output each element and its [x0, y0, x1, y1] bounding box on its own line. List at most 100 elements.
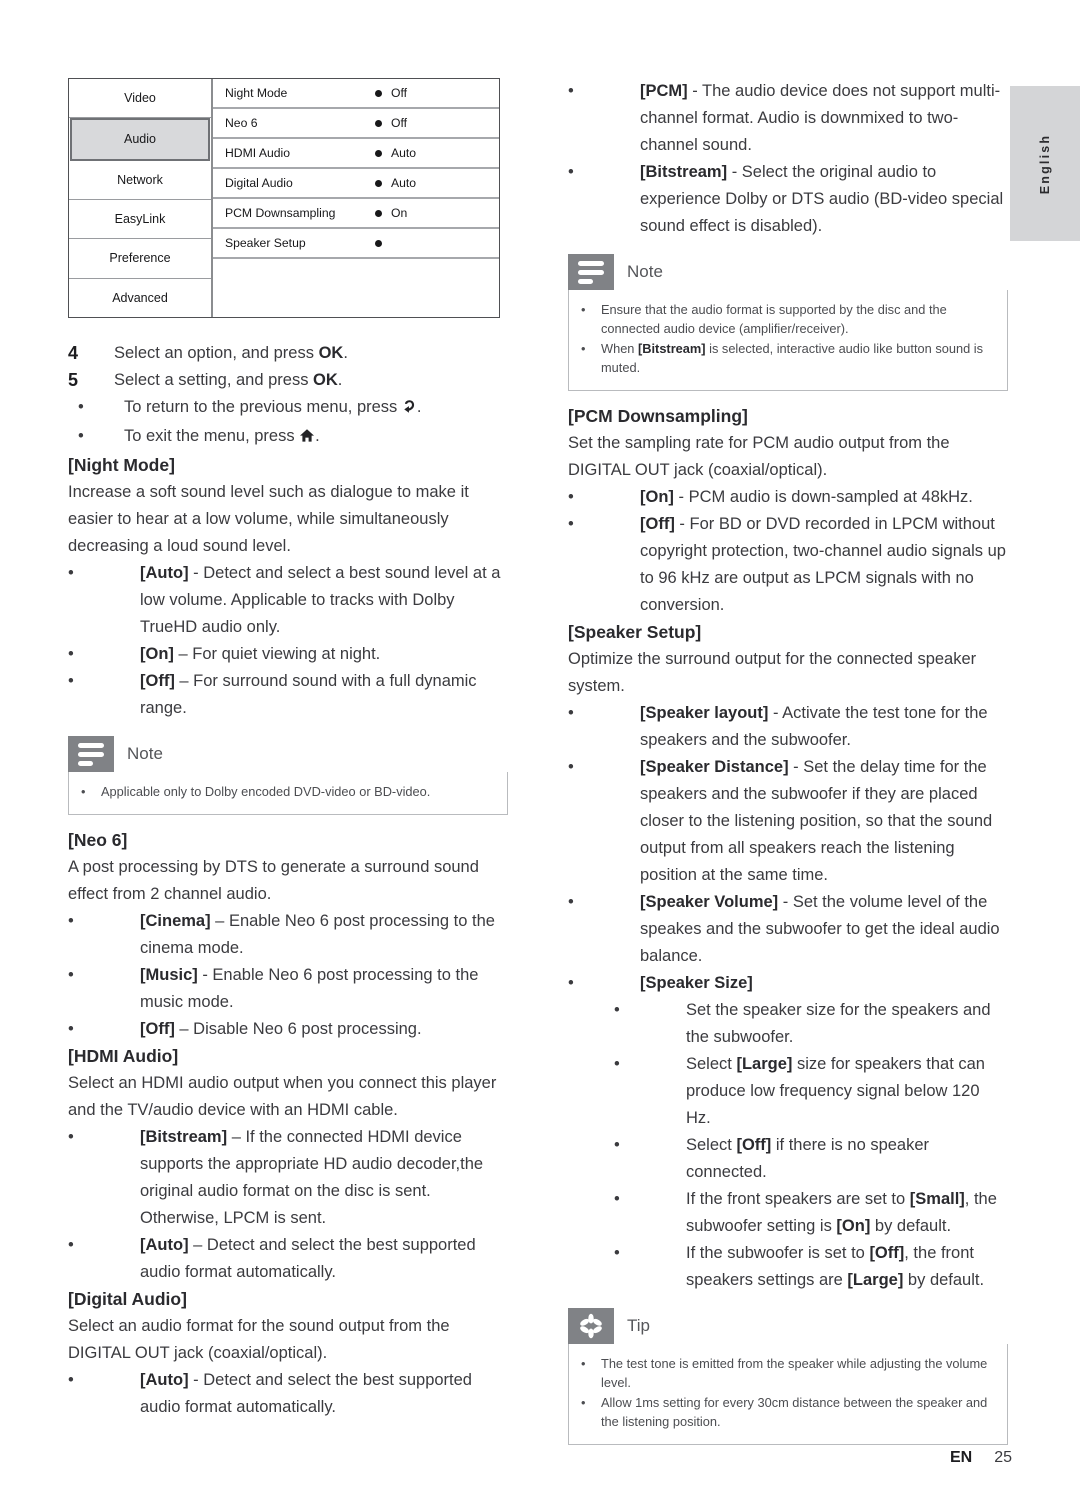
osd-category-label: Advanced [112, 290, 168, 305]
sub-text-pre: If the subwoofer is set to [686, 1244, 870, 1262]
bullet-marker: • [68, 1236, 74, 1254]
osd-category-label: Preference [109, 251, 171, 266]
note-item-text: Applicable only to Dolby encoded DVD-vid… [101, 784, 431, 799]
manual-page: English Video Audio Network EasyLink Pre… [0, 0, 1080, 1507]
option-name: [Auto] [140, 1371, 189, 1389]
osd-row-pcm-downsampling[interactable]: PCM Downsampling On [213, 199, 499, 229]
osd-category-preference[interactable]: Preference [69, 239, 211, 279]
night-mode-bullet-off: • [Off] – For surround sound with a full… [68, 668, 508, 722]
speaker-setup-bullet-volume: • [Speaker Volume] - Set the volume leve… [568, 889, 1008, 970]
bullet-marker: • [568, 82, 574, 100]
option-desc: - Detect and select a best sound level a… [140, 564, 501, 636]
tip-item: • The test tone is emitted from the spea… [581, 1354, 995, 1392]
option-name-2: [On] [836, 1217, 871, 1235]
bullet-marker: • [68, 966, 74, 984]
tip-body: • The test tone is emitted from the spea… [568, 1344, 1008, 1445]
bullet-dot-icon [375, 119, 382, 127]
note-body: • Applicable only to Dolby encoded DVD-v… [68, 772, 508, 815]
speaker-setup-bullet-layout: • [Speaker layout] - Activate the test t… [568, 700, 1008, 754]
bullet-marker: • [614, 1190, 620, 1208]
tip-icon [568, 1308, 614, 1344]
footer-page-number: 25 [994, 1449, 1012, 1466]
bullet-marker: • [68, 645, 74, 663]
language-tab-label: English [1038, 133, 1052, 194]
bullet-marker: • [614, 1001, 620, 1019]
osd-setting-label: Night Mode [225, 86, 288, 100]
note-body: • Ensure that the audio format is suppor… [568, 290, 1008, 391]
osd-category-label: Audio [124, 132, 156, 147]
step-5-bullet-return-text: To return to the previous menu, press . [124, 394, 508, 423]
osd-category-advanced[interactable]: Advanced [69, 279, 211, 317]
step-4-text-c: . [343, 344, 348, 362]
osd-menu-screenshot: Video Audio Network EasyLink Preference … [68, 78, 500, 318]
option-desc: - For BD or DVD recorded in LPCM without… [640, 515, 1006, 614]
step-5-bullet-return: • To return to the previous menu, press … [68, 394, 508, 423]
digital-audio-bullet-auto-text: [Auto] - Detect and select the best supp… [140, 1367, 508, 1421]
option-name: [Speaker Size] [640, 974, 753, 992]
bullet-marker: • [68, 1128, 74, 1146]
tip-title: Tip [627, 1316, 650, 1335]
night-mode-body: Increase a soft sound level such as dial… [68, 483, 469, 555]
option-desc: - Detect and select the best supported a… [140, 1371, 472, 1416]
option-name: [Speaker layout] [640, 704, 769, 722]
speaker-size-sub-4-text: If the front speakers are set to [Small]… [686, 1186, 1008, 1240]
option-name: [Off] [640, 515, 675, 533]
option-name: [Large] [736, 1055, 793, 1073]
bullet-marker: • [614, 1244, 620, 1262]
night-mode-bullet-off-text: [Off] – For surround sound with a full d… [140, 668, 508, 722]
osd-setting-value: On [391, 206, 408, 220]
option-desc: – For quiet viewing at night. [173, 645, 381, 663]
home-icon [299, 425, 315, 452]
note-header: Note [68, 736, 508, 772]
bullet-marker: • [68, 912, 74, 930]
bullet-marker: • [81, 784, 86, 799]
hdmi-audio-bullet-bitstream: • [Bitstream] – If the connected HDMI de… [68, 1124, 508, 1232]
bullet-marker: • [581, 1356, 586, 1371]
osd-category-easylink[interactable]: EasyLink [69, 200, 211, 240]
bullet-marker: • [614, 1055, 620, 1073]
option-name: [Auto] [140, 564, 189, 582]
hdmi-audio-heading: [HDMI Audio] [68, 1046, 179, 1066]
option-name: [Off] [736, 1136, 772, 1154]
bullet-marker: • [581, 1395, 586, 1410]
osd-row-hdmi-audio[interactable]: HDMI Audio Auto [213, 139, 499, 169]
bullet-marker: • [68, 1371, 74, 1389]
osd-row-night-mode[interactable]: Night Mode Off [213, 79, 499, 109]
digital-audio-bullet-pcm: • [PCM] - The audio device does not supp… [568, 78, 1008, 159]
neo6-heading: [Neo 6] [68, 830, 128, 850]
step-5-text-c: . [337, 371, 343, 389]
osd-row-speaker-setup[interactable]: Speaker Setup [213, 229, 499, 259]
bullet-marker: • [68, 564, 74, 582]
note-item: • Ensure that the audio format is suppor… [581, 300, 995, 338]
note-title: Note [127, 744, 163, 763]
step-5-bullet-exit: • To exit the menu, press . [68, 423, 508, 452]
step-4-text: Select an option, and press OK. [114, 340, 508, 367]
note-item-option: [Bitstream] [638, 341, 706, 356]
osd-row-neo-6[interactable]: Neo 6 Off [213, 109, 499, 139]
sub-text: Set the speaker size for the speakers an… [686, 1001, 991, 1046]
option-desc: - The audio device does not support mult… [640, 82, 1001, 154]
osd-category-network[interactable]: Network [69, 161, 211, 200]
speaker-setup-bullet-size: • [Speaker Size] [568, 970, 1008, 997]
night-mode-bullet-on-text: [On] – For quiet viewing at night. [140, 641, 508, 668]
tip-item-text: The test tone is emitted from the speake… [601, 1356, 988, 1390]
speaker-setup-bullet-layout-text: [Speaker layout] - Activate the test ton… [640, 700, 1008, 754]
speaker-setup-body: Optimize the surround output for the con… [568, 650, 977, 695]
option-name: [Bitstream] [140, 1128, 228, 1146]
bullet-dot-icon [375, 149, 382, 157]
speaker-setup-bullet-size-text: [Speaker Size] [640, 970, 1008, 997]
osd-row-digital-audio[interactable]: Digital Audio Auto [213, 169, 499, 199]
return-arrow-icon [402, 396, 417, 423]
speaker-size-sub-3-text: Select [Off] if there is no speaker conn… [686, 1132, 1008, 1186]
osd-category-video[interactable]: Video [69, 79, 211, 119]
option-name: [Music] [140, 966, 198, 984]
step-5-ok-key: OK [313, 371, 338, 389]
bullet-text: To return to the previous menu, press [124, 398, 402, 416]
option-name: [Small] [909, 1190, 965, 1208]
bullet-text-end: . [416, 398, 422, 416]
hdmi-audio-bullet-bitstream-text: [Bitstream] – If the connected HDMI devi… [140, 1124, 508, 1232]
digital-audio-bullet-bitstream-text: [Bitstream] - Select the original audio … [640, 159, 1008, 240]
osd-category-audio[interactable]: Audio [70, 118, 210, 161]
bullet-dot-icon [375, 179, 382, 187]
bullet-dot-icon [375, 209, 382, 217]
